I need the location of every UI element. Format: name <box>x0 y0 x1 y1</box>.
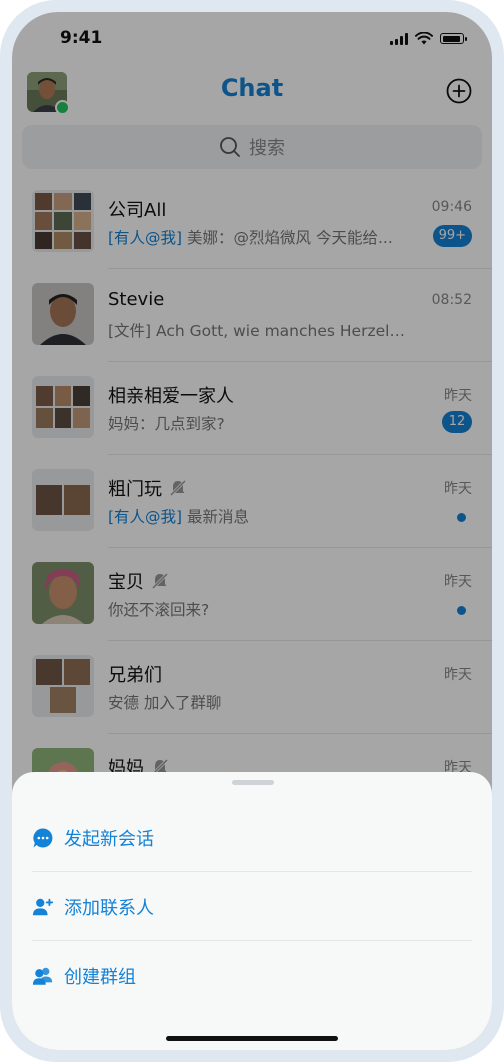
add-contact-button[interactable]: 添加联系人 <box>32 873 472 941</box>
divider <box>32 871 472 872</box>
home-indicator[interactable] <box>166 1036 338 1041</box>
create-group-icon <box>32 965 54 987</box>
sheet-item-label: 发起新会话 <box>64 829 154 850</box>
chat-bubble-icon <box>32 827 54 849</box>
action-sheet: 发起新会话 添加联系人 创建群组 <box>12 772 492 1050</box>
device-frame: 9:41 Chat 搜索 公司All 09:46 [有人@我] 美娜：@烈焰微风… <box>0 0 504 1062</box>
add-contact-icon <box>32 896 54 918</box>
sheet-item-label: 添加联系人 <box>64 898 154 919</box>
screen: 9:41 Chat 搜索 公司All 09:46 [有人@我] 美娜：@烈焰微风… <box>12 12 492 1050</box>
sheet-handle[interactable] <box>232 780 274 785</box>
new-conversation-button[interactable]: 发起新会话 <box>32 804 472 872</box>
divider <box>32 940 472 941</box>
create-group-button[interactable]: 创建群组 <box>32 942 472 1010</box>
sheet-item-label: 创建群组 <box>64 967 136 988</box>
